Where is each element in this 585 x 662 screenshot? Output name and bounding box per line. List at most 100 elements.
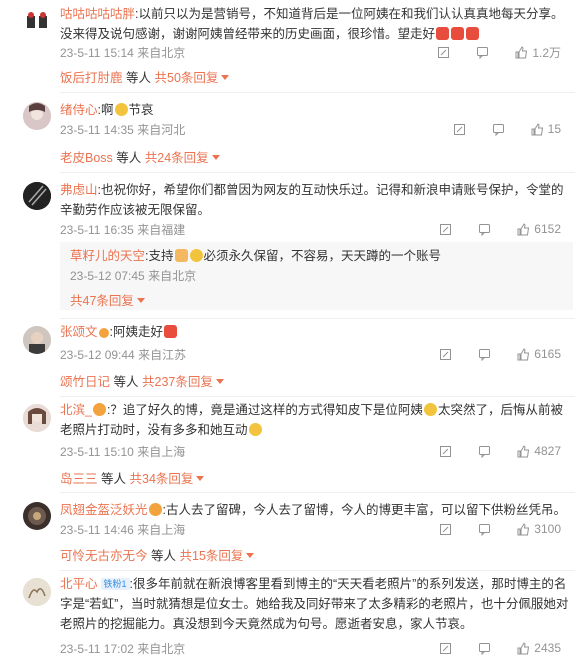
share-button[interactable]	[439, 223, 456, 236]
avatar[interactable]	[23, 404, 51, 432]
comment-button[interactable]	[492, 123, 509, 136]
divider	[60, 396, 575, 397]
comment-username[interactable]: 北滨_	[60, 403, 92, 417]
comment-feed: 咕咕咕咕咕胖:以前只以为是营销号，不知道背后是一位阿姨在和我们认认真真地每天分享…	[0, 0, 585, 662]
share-button[interactable]	[453, 123, 470, 136]
crying-face-icon	[189, 249, 203, 262]
like-count: 15	[547, 122, 561, 136]
comment-date: 23-5-11 15:14	[60, 46, 134, 60]
comment-text: :以前只以为是营销号，不知道背后是一位阿姨在和我们认认真真地每天分享。没来得及说…	[60, 7, 564, 41]
reply-username[interactable]: 可怜无古亦无今	[60, 549, 148, 563]
comment-username[interactable]: 绪侍心	[60, 103, 98, 117]
comment-actions: 15	[431, 122, 561, 136]
avatar[interactable]	[23, 578, 51, 606]
candle-icon	[436, 27, 450, 40]
avatar[interactable]	[23, 8, 51, 36]
candle-icon	[451, 27, 465, 40]
comment-meta: 23-5-11 14:35 来自河北	[60, 122, 185, 138]
reply-suffix: 等人	[101, 472, 127, 486]
comment-username[interactable]: 咕咕咕咕咕胖	[60, 7, 135, 21]
comment-actions: 6165	[417, 347, 561, 361]
like-button[interactable]: 15	[531, 122, 561, 136]
comment-button[interactable]	[478, 223, 495, 236]
comment-button[interactable]	[478, 642, 495, 655]
reply-count-link[interactable]: 共50条回复	[155, 71, 219, 85]
comment-date: 23-5-11 14:46	[60, 523, 134, 537]
avatar[interactable]	[23, 102, 51, 130]
fan-badge: 铁粉1	[100, 578, 130, 590]
comment-meta: 23-5-11 17:02 来自北京	[60, 641, 185, 657]
sub-reply-text: :支持	[145, 249, 174, 263]
comment-date: 23-5-11 15:10	[60, 445, 134, 459]
like-button[interactable]: 6165	[517, 347, 561, 361]
candle-icon	[466, 27, 480, 40]
reply-count-link[interactable]: 共15条回复	[180, 549, 244, 563]
reply-count-link[interactable]: 共47条回复	[70, 294, 134, 308]
sub-reply: 草籽儿的天空:支持 必须永久保留，不容易，天天蹲的一个账号	[70, 246, 441, 266]
comment-button[interactable]	[478, 445, 495, 458]
reply-summary[interactable]: 可怜无古亦无今 等人 共15条回复	[60, 545, 255, 564]
comment-button[interactable]	[476, 46, 493, 59]
comment-button[interactable]	[478, 523, 495, 536]
comment-date: 23-5-11 17:02	[60, 642, 134, 656]
comment-button[interactable]	[478, 348, 495, 361]
reply-summary[interactable]: 共47条回复	[70, 290, 145, 309]
chevron-down-icon	[215, 379, 224, 384]
comment-username[interactable]: 张颂文	[60, 325, 98, 339]
like-count: 1.2万	[532, 46, 561, 60]
like-button[interactable]: 6152	[517, 222, 561, 236]
like-button[interactable]: 1.2万	[515, 44, 561, 61]
comment-actions: 4827	[417, 444, 561, 458]
verified-badge-icon	[98, 328, 109, 338]
chevron-down-icon	[221, 75, 230, 80]
candle-icon	[164, 325, 177, 338]
comment-date: 23-5-11 14:35	[60, 123, 134, 137]
comment-text: :也祝你好，希望你们都曾因为网友的互动快乐过。记得和新浪申请账号保护，令堂的辛勤…	[60, 183, 564, 217]
share-button[interactable]	[439, 642, 456, 655]
comment-meta: 23-5-11 15:10 来自上海	[60, 444, 185, 460]
comment-meta: 23-5-11 15:14 来自北京	[60, 45, 185, 61]
comment-username[interactable]: 弗虑山	[60, 183, 98, 197]
sub-reply-username[interactable]: 草籽儿的天空	[70, 249, 145, 263]
share-button[interactable]	[439, 445, 456, 458]
reply-count-link[interactable]: 共237条回复	[142, 375, 213, 389]
comment-location: 来自江苏	[138, 348, 187, 362]
reply-summary[interactable]: 岛三三 等人 共34条回复	[60, 468, 205, 487]
comment-meta: 23-5-12 09:44 来自江苏	[60, 347, 186, 363]
avatar[interactable]	[23, 326, 51, 354]
sub-reply-text-after: 必须永久保留，不容易，天天蹲的一个账号	[203, 249, 442, 263]
avatar[interactable]	[23, 182, 51, 210]
reply-count-link[interactable]: 共34条回复	[130, 472, 194, 486]
comment-text-after: 节哀	[128, 103, 154, 117]
avatar[interactable]	[23, 502, 51, 530]
chevron-down-icon	[196, 476, 205, 481]
comment-text: :很多年前就在新浪博客里看到博主的“天天看老照片”的系列发送，那时博主的名字是“…	[60, 577, 569, 631]
comment-text: :古人去了留碑，今人去了留博，今人的博更丰富，可以留下供粉丝凭吊。	[162, 503, 566, 517]
share-button[interactable]	[439, 523, 456, 536]
comment-location: 来自北京	[137, 642, 186, 656]
reply-username[interactable]: 饭后打肘鹿	[60, 71, 123, 85]
comment-username[interactable]: 凤翅金盔泛妖光	[60, 503, 148, 517]
like-button[interactable]: 2435	[517, 641, 561, 655]
crying-face-icon	[114, 103, 128, 116]
reply-summary[interactable]: 颂竹日记 等人 共237条回复	[60, 371, 224, 390]
share-button[interactable]	[437, 46, 454, 59]
share-button[interactable]	[439, 348, 456, 361]
sub-reply-date: 23-5-12 07:45	[70, 269, 145, 283]
reply-suffix: 等人	[151, 549, 177, 563]
sub-reply-location: 来自北京	[148, 269, 197, 283]
reply-username[interactable]: 老皮Boss	[60, 151, 113, 165]
reply-count-link[interactable]: 共24条回复	[145, 151, 209, 165]
comment-username[interactable]: 北平心	[60, 577, 98, 591]
crying-face-icon	[248, 423, 262, 436]
reply-username[interactable]: 颂竹日记	[60, 375, 110, 389]
comment-actions: 2435	[417, 641, 561, 655]
reply-summary[interactable]: 老皮Boss 等人 共24条回复	[60, 147, 220, 166]
divider	[60, 492, 575, 493]
reply-username[interactable]: 岛三三	[60, 472, 98, 486]
chevron-down-icon	[136, 298, 145, 303]
like-button[interactable]: 3100	[517, 522, 561, 536]
like-button[interactable]: 4827	[517, 444, 561, 458]
reply-summary[interactable]: 饭后打肘鹿 等人 共50条回复	[60, 67, 230, 86]
comment-actions: 3100	[417, 522, 561, 536]
